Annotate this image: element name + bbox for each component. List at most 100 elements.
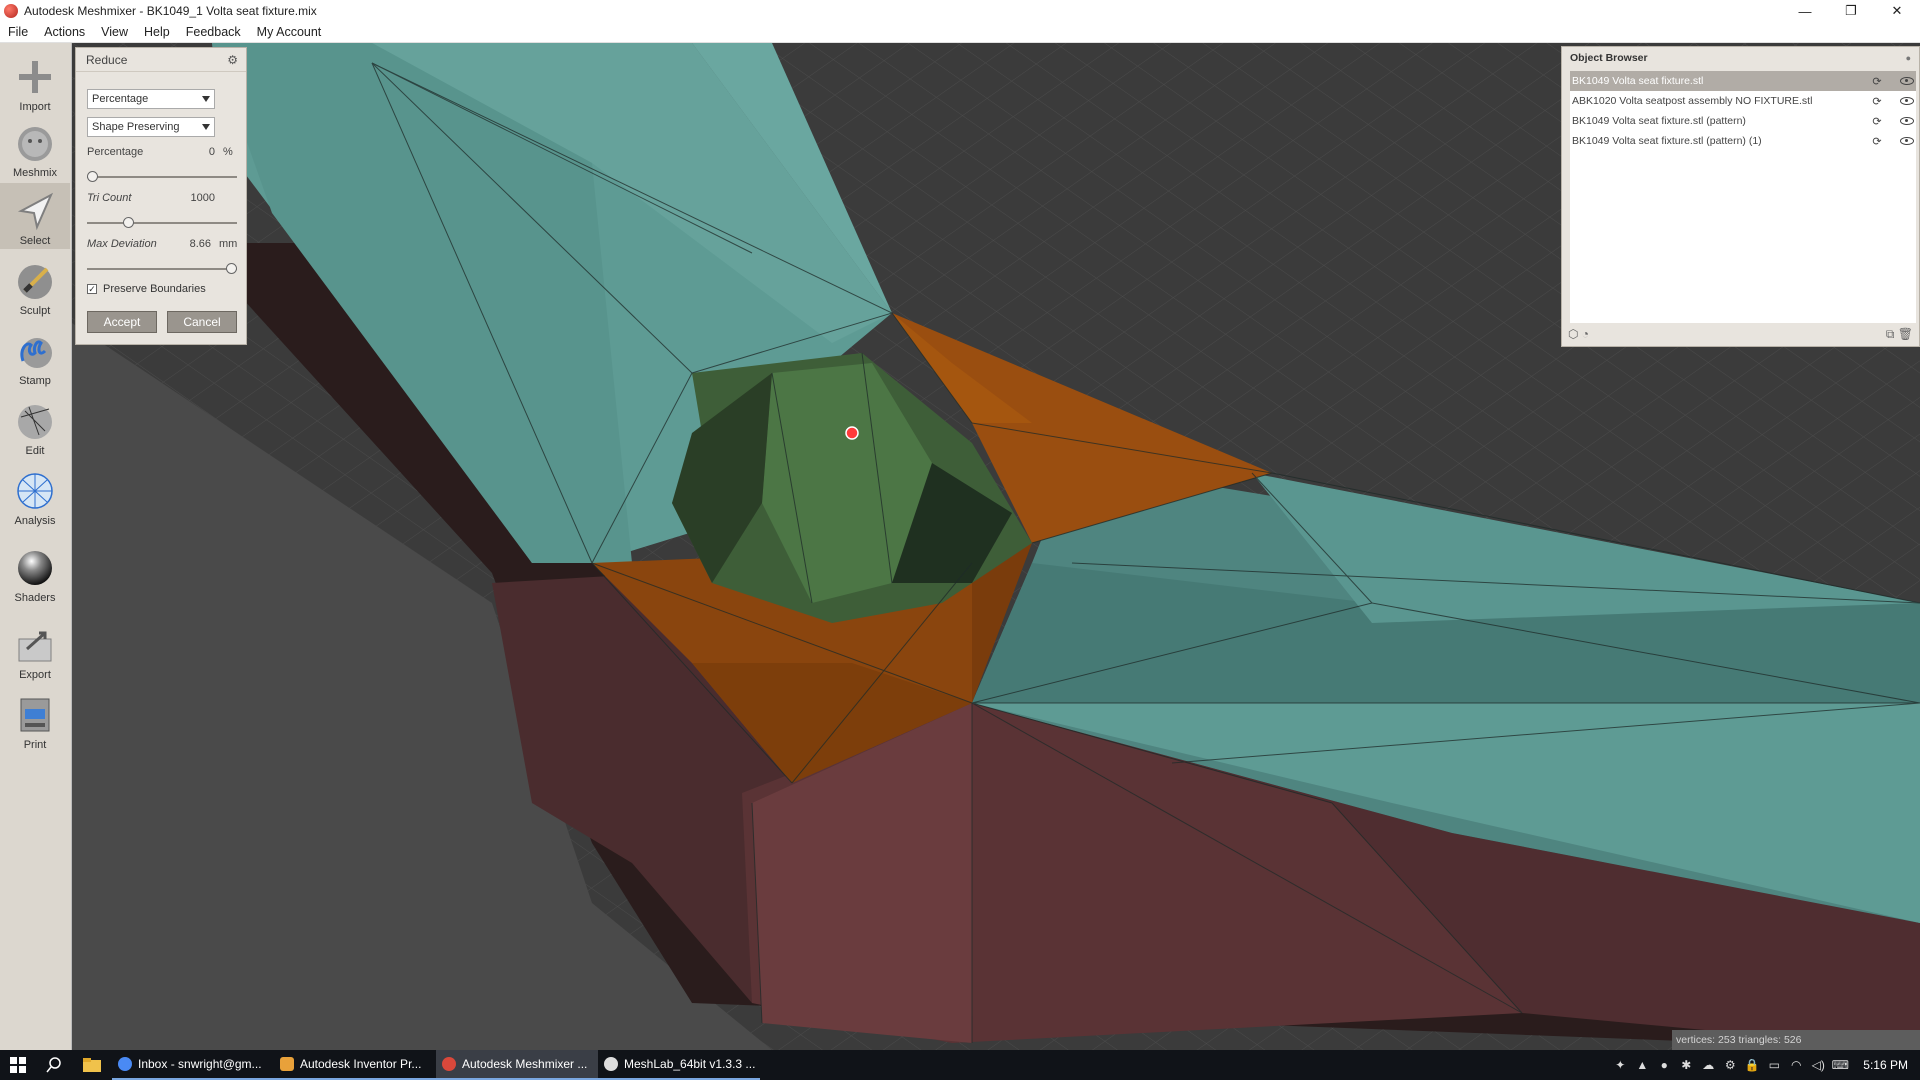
tool-shaders[interactable]: Shaders [0,540,70,606]
keyboard-icon[interactable]: ⌨ [1829,1050,1851,1080]
chrome-icon [118,1057,132,1071]
tool-label: Stamp [19,375,51,387]
settings-icon[interactable]: ⚙ [1719,1050,1741,1080]
tool-label: Shaders [14,592,56,604]
object-browser-header: Object Browser ● [1562,47,1919,69]
tool-label: Print [23,739,47,751]
tri-count-value[interactable]: 1000 [175,192,215,204]
menu-view[interactable]: View [93,25,136,39]
menu-actions[interactable]: Actions [36,25,93,39]
object-browser-title: Object Browser [1570,52,1648,64]
taskbar-app-chrome[interactable]: Inbox - snwright@gm... [112,1050,274,1080]
max-deviation-slider[interactable] [87,263,237,274]
volume-icon[interactable]: ◁) [1807,1050,1829,1080]
percentage-value[interactable]: 0 [185,146,215,158]
tri-count-slider[interactable] [87,217,237,228]
antivirus-icon[interactable]: ● [1653,1050,1675,1080]
taskbar-app-inventor[interactable]: Autodesk Inventor Pr... [274,1050,436,1080]
maximize-button[interactable]: ❐ [1828,0,1874,22]
menu-feedback[interactable]: Feedback [178,25,249,39]
preserve-boundaries-checkbox[interactable]: ✓ Preserve Boundaries [87,283,206,295]
object-tools-icons[interactable]: ⬡ ◔ [1568,327,1589,341]
meshmixer-logo-icon [4,4,18,18]
autodesk-icon[interactable]: ▲ [1631,1050,1653,1080]
percentage-slider[interactable] [87,171,237,182]
reduce-panel-title: Reduce [86,52,128,67]
visibility-eye-icon[interactable] [1900,137,1914,145]
dropbox-icon[interactable]: ✦ [1609,1050,1631,1080]
menu-file[interactable]: File [0,25,36,39]
taskbar-app-meshlab[interactable]: MeshLab_64bit v1.3.3 ... [598,1050,760,1080]
object-browser-footer: ⬡ ◔ ⧉ 🗑 [1568,324,1913,344]
object-list-item[interactable]: BK1049 Volta seat fixture.stl ⟳ [1570,71,1916,91]
reduce-type-select[interactable]: Shape Preserving [87,117,215,137]
windows-start-button[interactable] [0,1050,36,1080]
object-list-item[interactable]: BK1049 Volta seat fixture.stl (pattern) … [1570,131,1916,151]
tool-stamp[interactable]: Stamp [0,323,70,389]
lock-icon[interactable]: 🔒 [1741,1050,1763,1080]
menu-bar: File Actions View Help Feedback My Accou… [0,22,1920,43]
bunny-head-icon [13,121,57,165]
title-bar: Autodesk Meshmixer - BK1049_1 Volta seat… [0,0,1920,22]
plus-icon [13,55,57,99]
left-toolbar: Import Meshmix Select Sculpt Stamp Edit [0,43,72,1050]
tool-import[interactable]: Import [0,49,70,115]
tool-select[interactable]: Select [0,183,70,249]
battery-icon[interactable]: ▭ [1763,1050,1785,1080]
object-list-item[interactable]: ABK1020 Volta seatpost assembly NO FIXTU… [1570,91,1916,111]
gear-icon[interactable]: ⚙ [227,53,238,67]
meshlab-icon [604,1057,618,1071]
mesh-stats-status: vertices: 253 triangles: 526 [1672,1030,1920,1050]
visibility-eye-icon[interactable] [1900,77,1914,85]
tool-meshmix[interactable]: Meshmix [0,115,70,181]
percentage-row: Percentage 0 % [87,146,237,158]
tri-count-label: Tri Count [87,192,132,204]
windows-taskbar: Inbox - snwright@gm... Autodesk Inventor… [0,1050,1920,1080]
clock[interactable]: 5:16 PM [1851,1058,1920,1072]
slider-handle[interactable] [226,263,237,274]
inventor-icon [280,1057,294,1071]
bluetooth-icon[interactable]: ✱ [1675,1050,1697,1080]
slider-handle[interactable] [87,171,98,182]
visibility-eye-icon[interactable] [1900,117,1914,125]
taskbar-app-label: Autodesk Inventor Pr... [300,1057,422,1071]
wrench-icon[interactable]: ⟳ [1868,114,1886,128]
max-deviation-label: Max Deviation [87,238,157,250]
system-tray: ✦ ▲ ● ✱ ☁ ⚙ 🔒 ▭ ◠ ◁) ⌨ 5:16 PM [1609,1050,1920,1080]
object-name: BK1049 Volta seat fixture.stl (pattern) … [1572,135,1762,147]
menu-help[interactable]: Help [136,25,178,39]
tool-print[interactable]: Print [0,687,70,753]
minimize-button[interactable]: — [1782,0,1828,22]
selection-point-marker [845,426,859,440]
reduce-mode-select[interactable]: Percentage [87,89,215,109]
search-icon[interactable] [36,1050,72,1080]
cancel-button[interactable]: Cancel [167,311,237,333]
object-name: BK1049 Volta seat fixture.stl [1572,75,1704,87]
tri-count-row: Tri Count 1000 [87,192,237,204]
wrench-icon[interactable]: ⟳ [1868,94,1886,108]
accept-button[interactable]: Accept [87,311,157,333]
shiny-sphere-icon [13,546,57,590]
reduce-mode-value: Percentage [92,93,149,105]
object-list-item[interactable]: BK1049 Volta seat fixture.stl (pattern) … [1570,111,1916,131]
checkbox-check-icon[interactable]: ✓ [87,284,97,294]
taskbar-app-label: MeshLab_64bit v1.3.3 ... [624,1057,756,1071]
max-deviation-value[interactable]: 8.66 [181,238,211,250]
close-button[interactable]: ✕ [1874,0,1920,22]
tool-export[interactable]: Export [0,617,70,683]
tool-sculpt[interactable]: Sculpt [0,253,70,319]
menu-my-account[interactable]: My Account [249,25,330,39]
file-explorer-icon[interactable] [72,1050,112,1080]
visibility-eye-icon[interactable] [1900,97,1914,105]
slider-handle[interactable] [123,217,135,228]
cloud-icon[interactable]: ☁ [1697,1050,1719,1080]
tri-count-unit [223,192,237,204]
wifi-icon[interactable]: ◠ [1785,1050,1807,1080]
wrench-icon[interactable]: ⟳ [1868,74,1886,88]
close-panel-icon[interactable]: ● [1906,53,1911,63]
tool-edit[interactable]: Edit [0,393,70,459]
taskbar-app-meshmixer[interactable]: Autodesk Meshmixer ... [436,1050,598,1080]
tool-analysis[interactable]: Analysis [0,463,70,529]
duplicate-delete-icons[interactable]: ⧉ 🗑 [1886,327,1913,342]
wrench-icon[interactable]: ⟳ [1868,134,1886,148]
